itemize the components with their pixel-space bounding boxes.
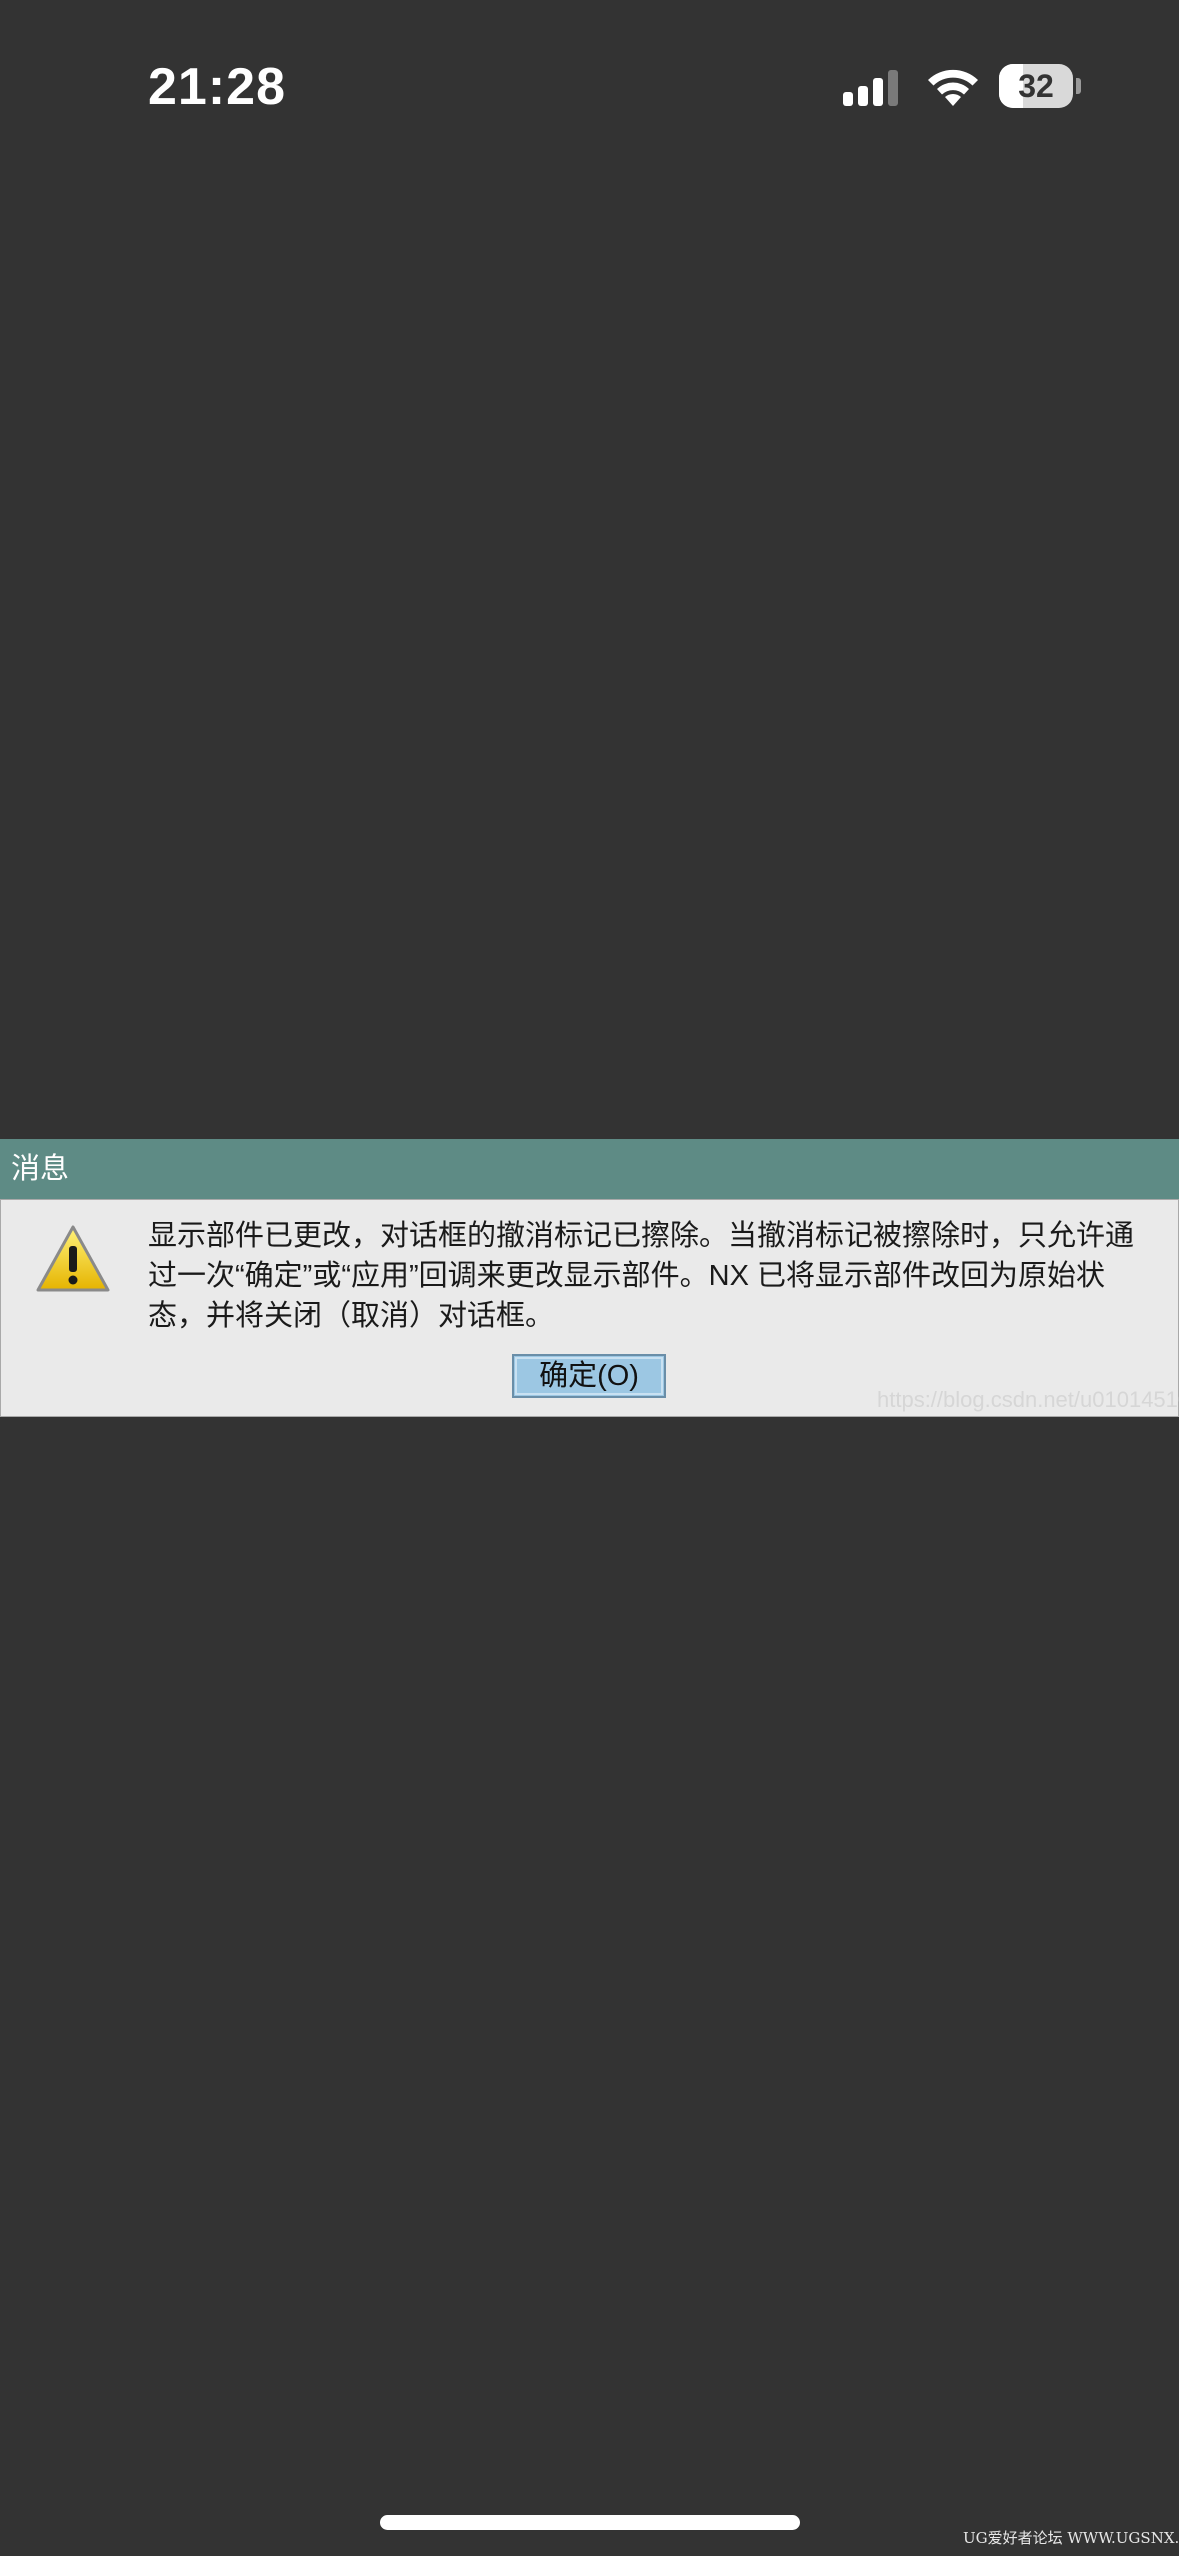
watermark-url: https://blog.csdn.net/u010145103 <box>877 1387 1179 1412</box>
dialog-message: 显示部件已更改，对话框的撤消标记已擦除。当撤消标记被擦除时，只允许通过一次“确定… <box>148 1220 1135 1332</box>
dialog-title: 消息 <box>11 1153 70 1185</box>
forum-watermark: UG爱好者论坛 WWW.UGSNX.COM <box>963 2529 1179 2547</box>
ok-button[interactable]: 确定(O) <box>512 1354 666 1398</box>
battery-level: 32 <box>1018 68 1054 104</box>
status-time: 21:28 <box>148 58 286 116</box>
battery-cap <box>1076 78 1081 94</box>
home-indicator[interactable] <box>380 2515 800 2530</box>
status-indicators: 32 <box>843 62 1083 112</box>
battery-icon: 32 <box>999 64 1083 108</box>
wifi-icon <box>928 69 978 106</box>
battery-body: 32 <box>999 64 1073 108</box>
warning-icon <box>36 1225 110 1292</box>
dialog-titlebar[interactable]: 消息 <box>0 1139 1179 1199</box>
message-dialog: 消息 显示部件已更改，对话框的撤消标记已擦除。当撤消标记被擦除时，只允许通过一次… <box>0 1139 1179 1417</box>
dialog-body: 显示部件已更改，对话框的撤消标记已擦除。当撤消标记被擦除时，只允许通过一次“确定… <box>0 1199 1179 1417</box>
signal-icon <box>843 70 898 106</box>
